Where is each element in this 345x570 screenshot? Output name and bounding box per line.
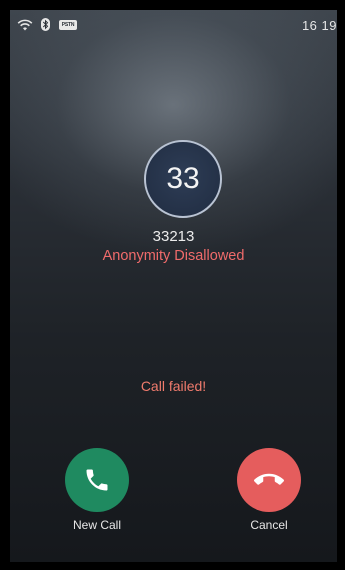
contact-avatar: 33 bbox=[144, 140, 222, 218]
status-bar: PSTN 16 19 bbox=[10, 10, 337, 38]
cancel-circle[interactable] bbox=[237, 448, 301, 512]
new-call-circle[interactable] bbox=[65, 448, 129, 512]
pstn-icon: PSTN bbox=[59, 19, 77, 30]
bluetooth-icon bbox=[41, 18, 50, 31]
new-call-label: New Call bbox=[72, 518, 121, 532]
device-frame: PSTN 16 19 33 33213 Anonymity Disallowed… bbox=[0, 0, 345, 570]
new-call-button[interactable]: New Call bbox=[52, 448, 142, 532]
wifi-icon bbox=[17, 19, 33, 30]
caller-number: 33213 bbox=[152, 228, 195, 245]
cancel-label: Cancel bbox=[250, 518, 288, 532]
call-status: Call failed! bbox=[140, 378, 207, 394]
failure-reason: Anonymity Disallowed bbox=[102, 248, 245, 264]
status-icons: PSTN bbox=[17, 18, 77, 31]
cancel-button[interactable]: Cancel bbox=[224, 448, 314, 532]
phone-icon bbox=[86, 469, 108, 491]
call-screen: PSTN 16 19 33 33213 Anonymity Disallowed… bbox=[10, 10, 337, 562]
hang-up-icon bbox=[254, 473, 284, 485]
clock: 16 19 bbox=[301, 18, 337, 33]
